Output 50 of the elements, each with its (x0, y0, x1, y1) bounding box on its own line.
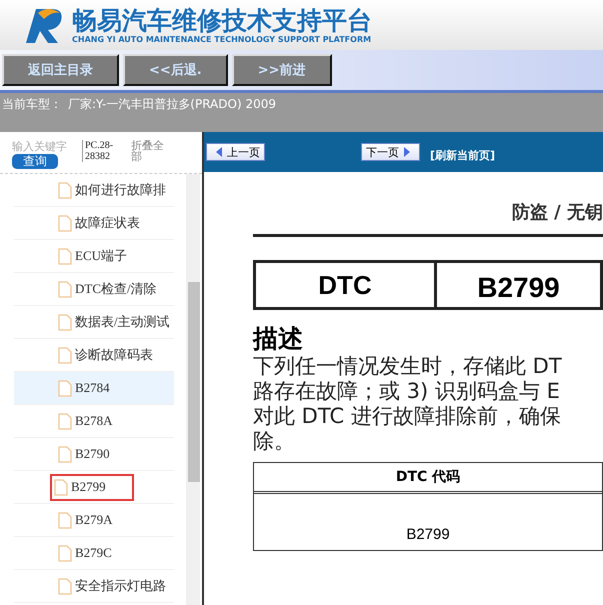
tree-item[interactable]: B278A (14, 405, 174, 438)
previous-page-button[interactable]: 上一页 (206, 143, 265, 161)
refresh-link[interactable]: [刷新当前页] (430, 148, 496, 162)
description-line: 路存在故障；或 3) 识别码盒与 E (253, 379, 561, 404)
document-icon (58, 314, 72, 330)
document-icon (54, 478, 68, 496)
tree-item[interactable]: 安全指示灯电路 (14, 570, 174, 603)
document-icon (58, 578, 72, 594)
dtc-code: B2799 (476, 271, 561, 305)
description-line: 除。 (253, 429, 296, 454)
document-icon (58, 346, 72, 364)
part-code: PC.28-28382 (82, 140, 125, 162)
tree-item[interactable]: B2790 (14, 438, 174, 471)
scrollbar[interactable] (186, 174, 200, 605)
right-arrow-icon (402, 146, 412, 158)
document-icon (58, 412, 72, 430)
platform-subtitle: CHANG YI AUTO MAINTENANCE TECHNOLOGY SUPPORT PLATFORM (72, 34, 372, 44)
document-icon (58, 544, 72, 562)
document-icon (58, 380, 72, 396)
tree-item[interactable]: 如何进行故障排 (14, 174, 174, 207)
tree-item[interactable]: 故障症状表 (14, 207, 174, 240)
table-header: DTC 代码 (254, 463, 602, 494)
document-icon (58, 248, 72, 264)
collapse-all-link[interactable]: 折叠全部 (131, 140, 169, 162)
tree-item[interactable]: ECU端子 (14, 240, 174, 273)
description-line: 对此 DTC 进行故障排除前，确保 (253, 404, 562, 429)
section-title: 防盗 / 无钥 (510, 201, 603, 224)
document-icon (58, 446, 72, 462)
highlight-frame: B2799 (50, 474, 134, 500)
tree-item[interactable]: DTC检查/清除 (14, 273, 174, 306)
tree-item[interactable]: B2784 (14, 372, 174, 405)
tree-item[interactable]: B279C (14, 537, 174, 570)
vehicle-label: 当前车型： (2, 96, 62, 113)
description-heading: 描述 (253, 324, 304, 354)
tree-item[interactable]: B279A (14, 504, 174, 537)
document-icon (58, 182, 72, 198)
search-button[interactable]: 查询 (12, 154, 58, 169)
document-icon (58, 280, 72, 298)
platform-title: 畅易汽车维修技术支持平台 (72, 6, 372, 34)
document-icon (58, 214, 72, 232)
next-page-button[interactable]: 下一页 (361, 143, 420, 161)
document-icon (58, 512, 72, 528)
dtc-label: DTC (256, 263, 437, 307)
left-arrow-icon (214, 146, 224, 158)
scroll-thumb[interactable] (188, 282, 200, 482)
description-line: 下列任一情况发生时，存储此 DT (253, 354, 563, 379)
tree-item[interactable]: 数据表/主动测试 (14, 306, 174, 339)
vehicle-model: 厂家:Y-一汽丰田普拉多(PRADO) 2009 (68, 96, 276, 113)
tree-item[interactable]: B2799 (14, 471, 174, 504)
table-cell-text: B2799 (405, 525, 451, 545)
